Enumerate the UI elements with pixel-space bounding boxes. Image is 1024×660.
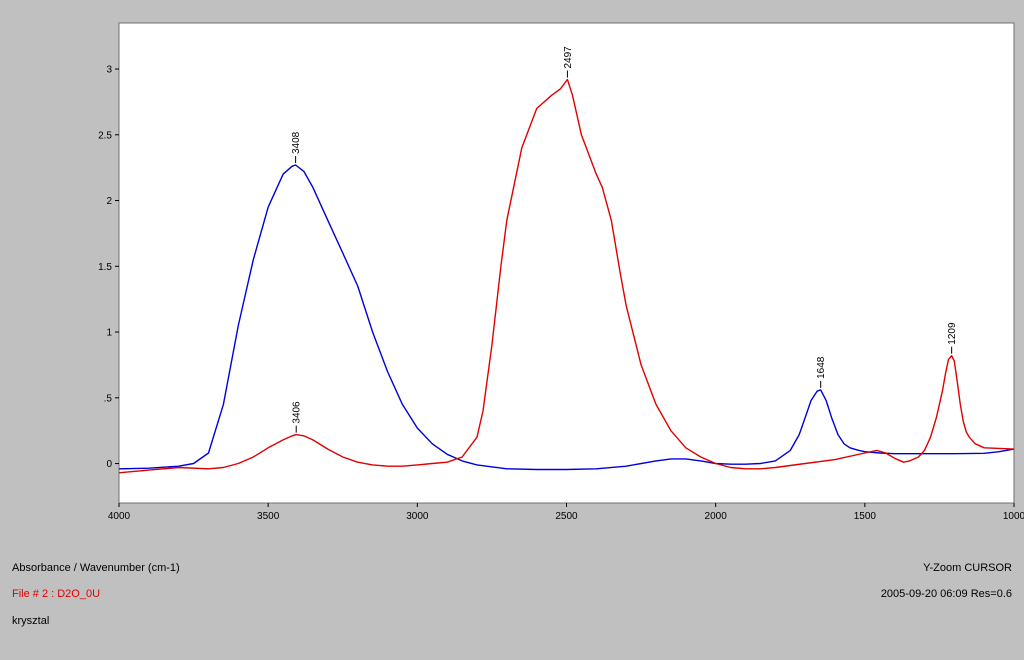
y-tick-label: 2 [106, 196, 112, 207]
peak-label: 1209 [947, 322, 958, 345]
x-axis: 4000 3500 3000 2500 2000 1500 1000 [108, 503, 1024, 522]
axis-title: Absorbance / Wavenumber (cm-1) [12, 562, 180, 574]
spectrum-chart[interactable]: 4000 3500 3000 2500 2000 1500 1000 0 .5 1 1.5 2 2.5… [0, 0, 1024, 560]
y-tick-label: 1 [106, 328, 112, 339]
peak-label: 2497 [563, 46, 574, 69]
x-tick-label: 1000 [1003, 511, 1024, 522]
peak-label: 1648 [816, 356, 827, 379]
x-tick-label: 4000 [108, 511, 131, 522]
y-tick-label: 2.5 [98, 130, 112, 141]
file-metadata: 2005-09-20 06:09 Res=0.6 [880, 588, 1012, 600]
zoom-mode-status: Y-Zoom CURSOR [923, 562, 1012, 574]
y-tick-label: .5 [104, 393, 113, 404]
x-tick-label: 3500 [257, 511, 280, 522]
y-axis: 0 .5 1 1.5 2 2.5 3 [98, 65, 119, 470]
peak-label: 3408 [291, 131, 302, 154]
y-tick-label: 3 [106, 65, 112, 76]
x-tick-label: 2500 [555, 511, 578, 522]
y-tick-label: 1.5 [98, 262, 112, 273]
x-tick-label: 3000 [406, 511, 429, 522]
x-tick-label: 1500 [854, 511, 877, 522]
x-tick-label: 2000 [705, 511, 728, 522]
peak-label: 3406 [292, 401, 303, 424]
y-tick-label: 0 [106, 459, 112, 470]
file-label: File # 2 : D2O_0U [12, 588, 101, 600]
sample-name: krysztal [12, 615, 50, 627]
